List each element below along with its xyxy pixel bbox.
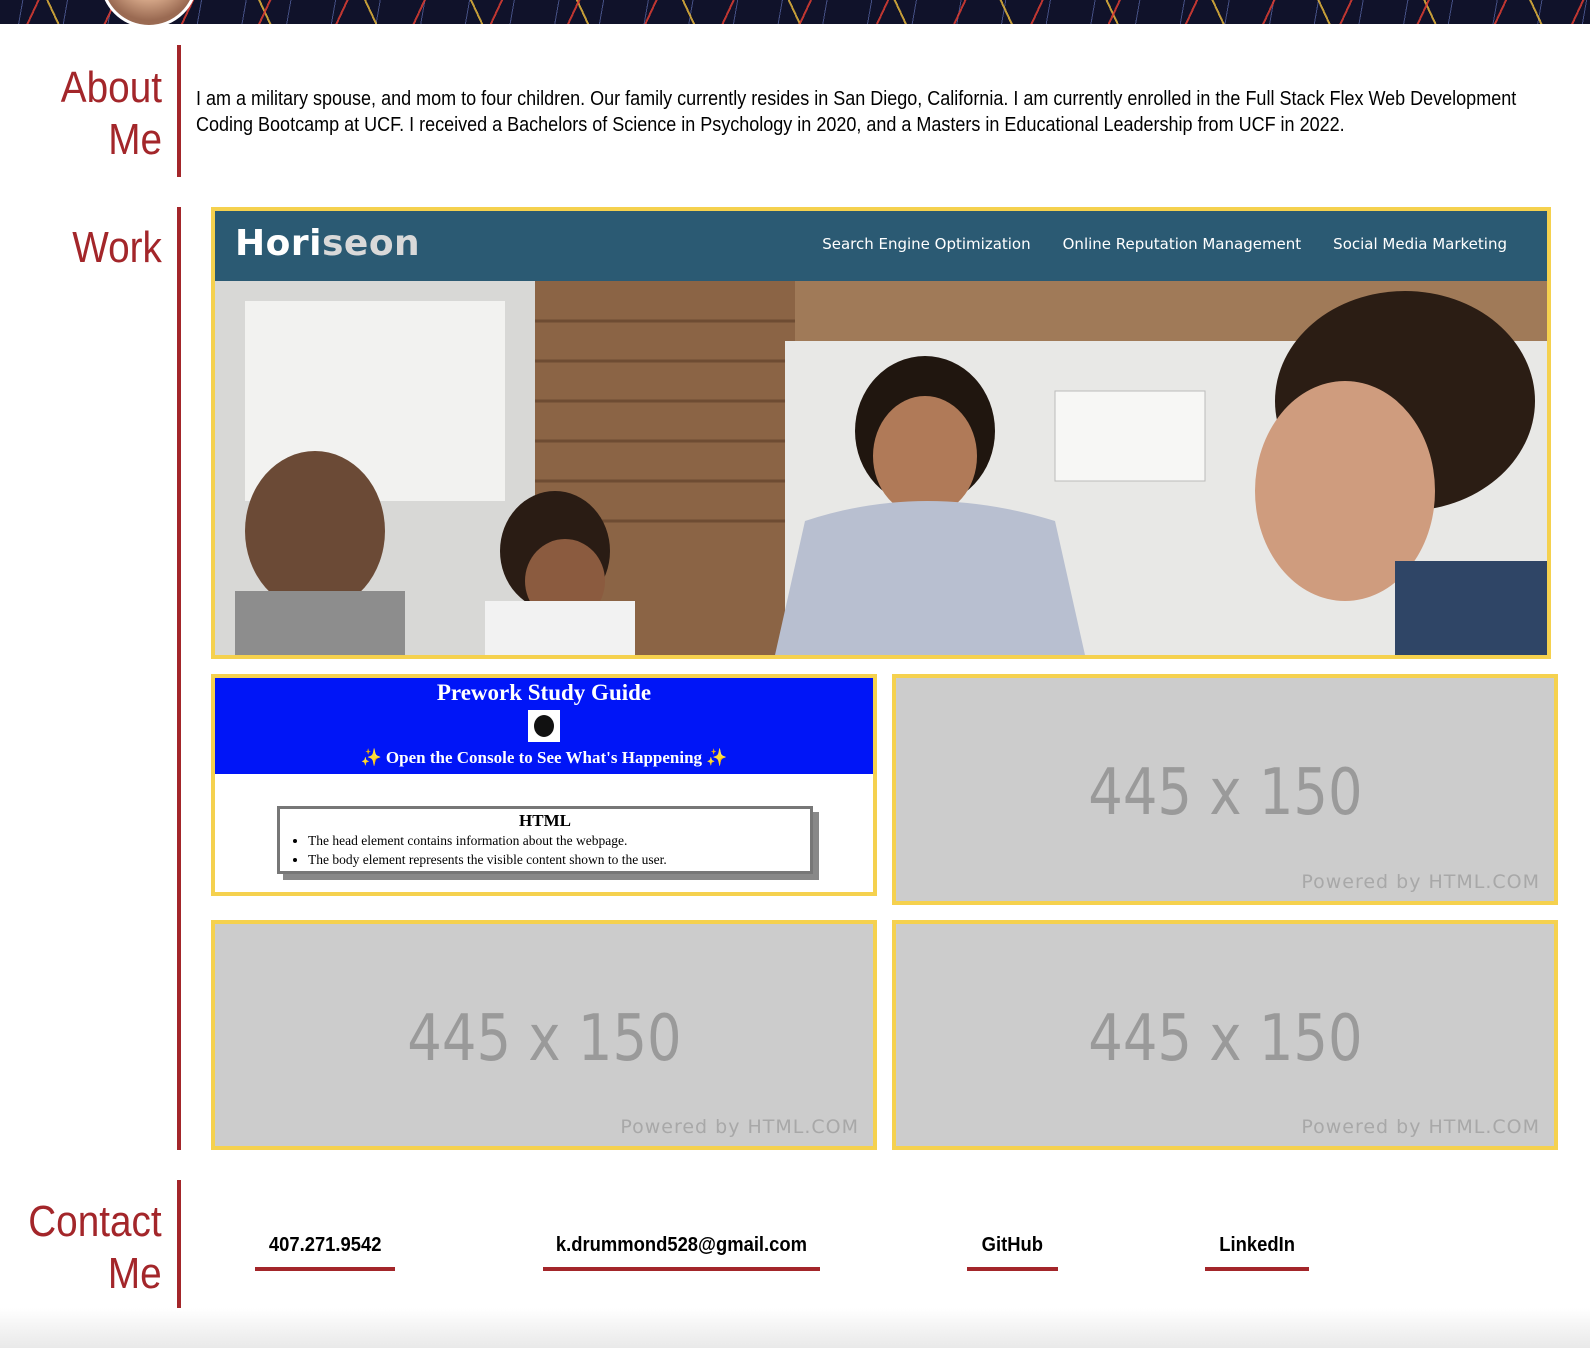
prework-bullet: The body element represents the visible … bbox=[308, 850, 810, 869]
placeholder-size-label: 445 x 150 bbox=[1087, 756, 1363, 830]
about-heading-line2: Me bbox=[108, 115, 162, 164]
horiseon-header: Horiseon Search Engine Optimization Onli… bbox=[215, 211, 1547, 281]
prework-subtitle: ✨ Open the Console to See What's Happeni… bbox=[360, 748, 728, 767]
horiseon-hero-image bbox=[215, 281, 1547, 655]
prework-bullet-list: The head element contains information ab… bbox=[280, 831, 810, 869]
horiseon-nav-reputation: Online Reputation Management bbox=[1062, 235, 1302, 253]
horiseon-nav-seo: Search Engine Optimization bbox=[822, 235, 1031, 253]
placeholder-size-label: 445 x 150 bbox=[1087, 1002, 1363, 1076]
contact-linkedin-link[interactable]: LinkedIn bbox=[1205, 1234, 1309, 1271]
horiseon-nav: Search Engine Optimization Online Reputa… bbox=[822, 235, 1507, 253]
cat-icon bbox=[528, 710, 560, 742]
placeholder-project-card-2[interactable]: 445 x 150 Powered by HTML.COM bbox=[211, 920, 877, 1150]
placeholder-project-card-3[interactable]: 445 x 150 Powered by HTML.COM bbox=[892, 920, 1558, 1150]
horiseon-nav-social: Social Media Marketing bbox=[1333, 235, 1507, 253]
placeholder-powered-label: Powered by HTML.COM bbox=[620, 1116, 859, 1138]
footer-fade bbox=[0, 1308, 1590, 1348]
prework-html-box: HTML The head element contains informati… bbox=[277, 806, 813, 874]
work-divider bbox=[177, 207, 181, 1150]
contact-heading-line2: Me bbox=[108, 1249, 162, 1298]
work-heading: Work bbox=[72, 223, 162, 272]
placeholder-project-card-1[interactable]: 445 x 150 Powered by HTML.COM bbox=[892, 674, 1558, 905]
prework-banner: Prework Study Guide ✨ Open the Console t… bbox=[215, 678, 873, 774]
prework-box-title: HTML bbox=[519, 811, 571, 830]
about-heading-line1: About bbox=[60, 63, 162, 112]
prework-project-card[interactable]: Prework Study Guide ✨ Open the Console t… bbox=[211, 674, 877, 896]
about-heading: About Me bbox=[61, 62, 162, 166]
placeholder-powered-label: Powered by HTML.COM bbox=[1301, 871, 1540, 893]
about-text: I am a military spouse, and mom to four … bbox=[196, 88, 1517, 136]
prework-title: Prework Study Guide bbox=[436, 680, 652, 705]
about-divider bbox=[177, 45, 181, 177]
prework-bullet: The head element contains information ab… bbox=[308, 831, 810, 850]
horiseon-logo-light: seon bbox=[321, 223, 421, 264]
header-banner bbox=[0, 0, 1590, 24]
contact-phone-link[interactable]: 407.271.9542 bbox=[255, 1234, 395, 1271]
contact-heading-line1: Contact bbox=[28, 1197, 162, 1246]
horiseon-logo: Horiseon bbox=[235, 223, 420, 264]
placeholder-size-label: 445 x 150 bbox=[406, 1002, 682, 1076]
contact-email-link[interactable]: k.drummond528@gmail.com bbox=[543, 1234, 820, 1271]
contact-heading: Contact Me bbox=[29, 1196, 162, 1300]
hero-photo-illustration bbox=[215, 281, 1547, 655]
placeholder-powered-label: Powered by HTML.COM bbox=[1301, 1116, 1540, 1138]
contact-github-link[interactable]: GitHub bbox=[967, 1234, 1058, 1271]
horiseon-logo-bold: Hori bbox=[235, 223, 322, 264]
contact-divider bbox=[177, 1180, 181, 1312]
horiseon-project-card[interactable]: Horiseon Search Engine Optimization Onli… bbox=[211, 207, 1551, 659]
